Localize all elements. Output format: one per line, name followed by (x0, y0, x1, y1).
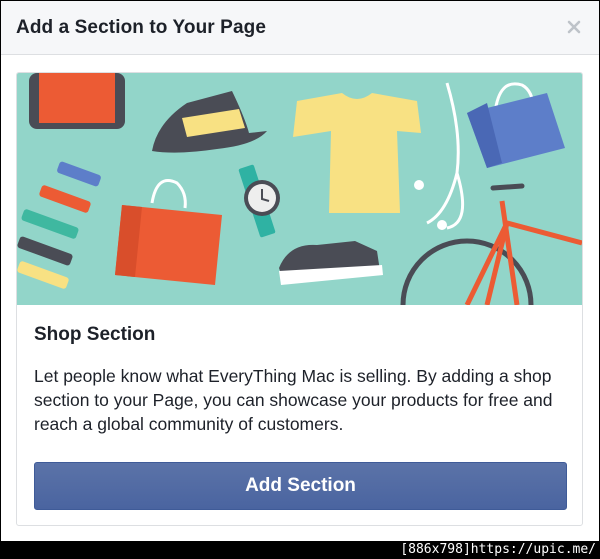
picture-frame-icon (29, 73, 125, 129)
add-section-dialog: Add a Section to Your Page Shop Section … (1, 1, 599, 541)
watermark-text: [886x798]https://upic.me/ (400, 542, 596, 557)
section-description: Let people know what EveryThing Mac is s… (34, 366, 553, 434)
dialog-header: Add a Section to Your Page (1, 1, 599, 55)
add-section-button[interactable]: Add Section (34, 462, 567, 510)
shop-section-card: Shop Section Let people know what EveryT… (16, 72, 583, 526)
shop-banner-illustration (17, 73, 582, 305)
dialog-title: Add a Section to Your Page (16, 17, 266, 38)
close-icon[interactable] (565, 18, 583, 36)
section-title: Shop Section (34, 324, 156, 345)
